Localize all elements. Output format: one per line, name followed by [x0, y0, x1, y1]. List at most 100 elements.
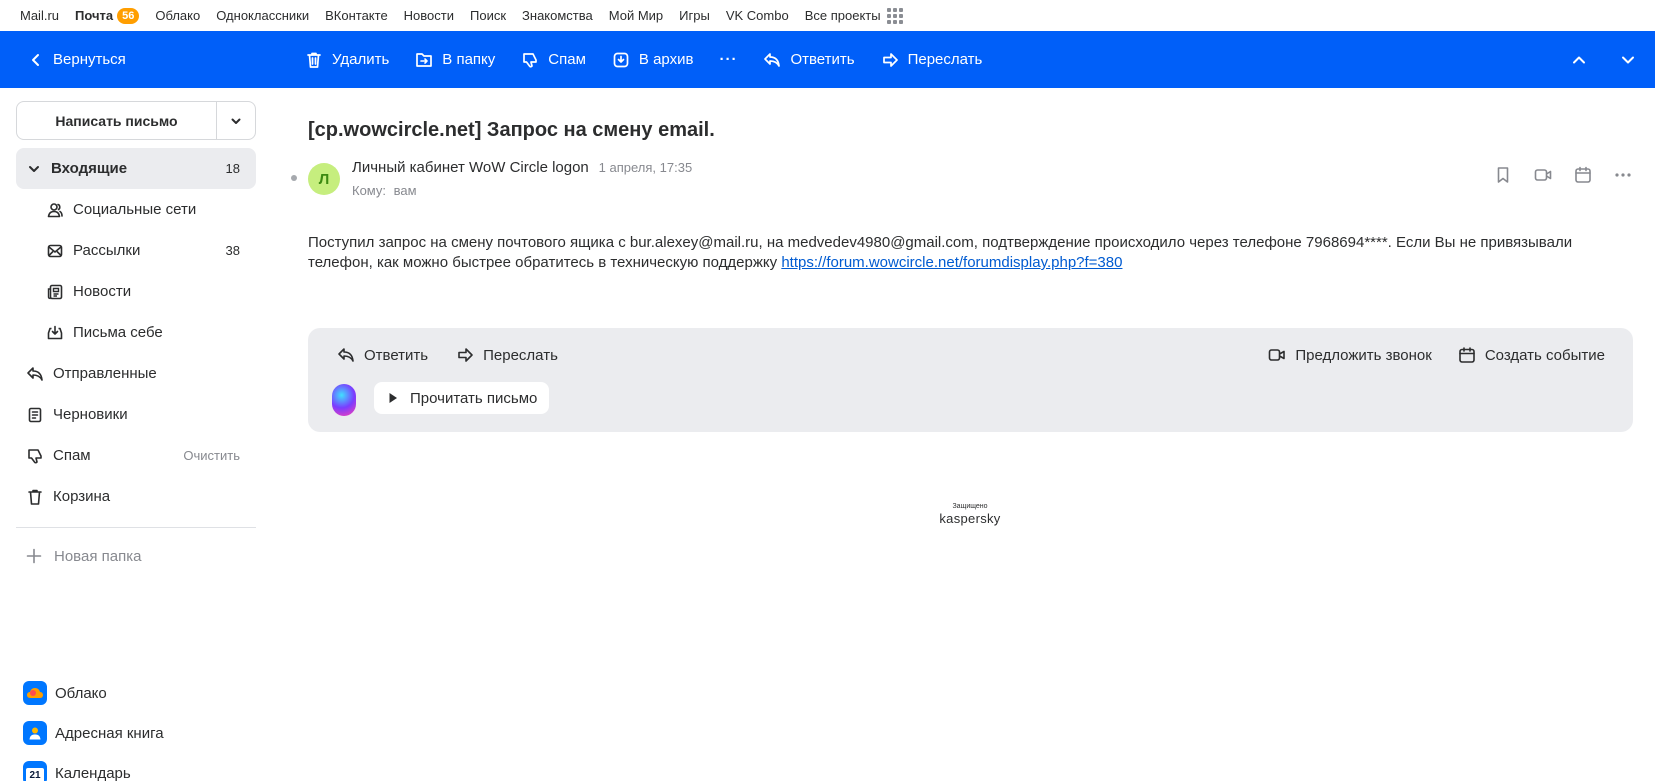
folder-to-self[interactable]: Письма себе — [16, 312, 256, 353]
app-address-book[interactable]: Адресная книга — [23, 713, 253, 753]
folder-sent[interactable]: Отправленные — [16, 353, 256, 394]
portal-link-vkcombo[interactable]: VK Combo — [726, 8, 789, 23]
portal-link-ok[interactable]: Одноклассники — [216, 8, 309, 23]
read-aloud-button[interactable]: Прочитать письмо — [374, 382, 550, 414]
message-subject: [cp.wowcircle.net] Запрос на смену email… — [308, 119, 715, 141]
chevron-down-icon[interactable] — [26, 161, 42, 177]
folder-move-icon — [416, 52, 433, 67]
next-message-button[interactable] — [1618, 31, 1647, 88]
app-calendar[interactable]: 21 Календарь — [23, 753, 253, 781]
portal-link-mail-label: Почта — [75, 8, 114, 23]
message-body: Поступил запрос на смену почтового ящика… — [308, 233, 1578, 273]
people-icon — [47, 202, 63, 217]
newspaper-icon — [47, 284, 63, 299]
video-call-icon[interactable] — [1533, 165, 1553, 185]
more-icon[interactable] — [1613, 165, 1633, 185]
propose-call-button[interactable]: Предложить звонок — [1268, 346, 1432, 364]
thumb-down-icon — [523, 52, 538, 68]
portal-link-news[interactable]: Новости — [404, 8, 454, 23]
more-actions-button[interactable]: ··· — [719, 31, 737, 88]
new-folder-button[interactable]: Новая папка — [16, 538, 256, 574]
folder-inbox[interactable]: Входящие 18 — [16, 148, 256, 189]
folder-inbox-count: 18 — [225, 161, 240, 176]
portal-link-dating[interactable]: Знакомства — [522, 8, 593, 23]
portal-link-vk[interactable]: ВКонтакте — [325, 8, 388, 23]
portal-link-cloud[interactable]: Облако — [155, 8, 200, 23]
trash-icon — [307, 52, 321, 68]
clear-spam-button[interactable]: Очистить — [183, 448, 240, 463]
sidebar-divider — [16, 527, 256, 528]
portal-link-mailru[interactable]: Mail.ru — [20, 8, 59, 23]
portal-link-games[interactable]: Игры — [679, 8, 710, 23]
compose-button[interactable]: Написать письмо — [17, 102, 216, 139]
calendar-icon — [1459, 347, 1475, 363]
folder-trash-label: Корзина — [53, 488, 111, 505]
inbox-download-icon — [47, 325, 63, 339]
compose-split-button: Написать письмо — [16, 101, 256, 140]
archive-icon — [613, 52, 629, 67]
portal-link-search[interactable]: Поиск — [470, 8, 506, 23]
previous-message-button[interactable] — [1569, 31, 1598, 88]
folder-newsletters[interactable]: Рассылки 38 — [16, 230, 256, 271]
forward-icon — [458, 348, 473, 362]
compose-dropdown-button[interactable] — [216, 102, 255, 139]
app-cloud[interactable]: Облако — [23, 673, 253, 713]
folder-spam-label: Спам — [53, 447, 91, 464]
trash-icon — [28, 489, 42, 505]
panel-reply-label: Ответить — [364, 346, 429, 364]
bookmark-icon[interactable] — [1493, 165, 1513, 185]
more-icon: ··· — [719, 51, 738, 68]
message-date: 1 апреля, 17:35 — [598, 160, 693, 175]
chevron-down-icon — [1622, 56, 1634, 63]
apps-grid-icon — [886, 7, 903, 24]
calendar-icon[interactable] — [1573, 165, 1593, 185]
archive-button[interactable]: В архив — [612, 31, 694, 88]
thumb-down-icon — [28, 448, 42, 464]
archive-label: В архив — [638, 51, 694, 68]
envelope-icon — [47, 244, 63, 257]
unread-dot[interactable] — [291, 175, 297, 181]
message-nav — [1569, 31, 1647, 88]
folder-drafts[interactable]: Черновики — [16, 394, 256, 435]
recipient-line: Кому: вам — [352, 183, 692, 198]
kaspersky-badge[interactable]: Защищено kaspersky — [903, 503, 1037, 526]
folder-news[interactable]: Новости — [16, 271, 256, 312]
to-value[interactable]: вам — [394, 183, 417, 198]
read-aloud-label: Прочитать письмо — [410, 389, 538, 407]
support-link[interactable]: https://forum.wowcircle.net/forumdisplay… — [781, 254, 1122, 271]
folder-trash[interactable]: Корзина — [16, 476, 256, 517]
sender-name[interactable]: Личный кабинет WoW Circle logon — [352, 159, 589, 176]
chevron-up-icon — [1573, 56, 1585, 63]
delete-button[interactable]: Удалить — [305, 31, 389, 88]
message-header: Л Личный кабинет WoW Circle logon 1 апре… — [291, 159, 1633, 203]
folder-news-label: Новости — [73, 283, 132, 300]
create-event-button[interactable]: Создать событие — [1458, 346, 1605, 364]
portal-link-all-projects[interactable]: Все проекты — [804, 7, 903, 24]
spam-button[interactable]: Спам — [521, 31, 586, 88]
folder-social[interactable]: Социальные сети — [16, 189, 256, 230]
propose-call-label: Предложить звонок — [1295, 346, 1432, 364]
spam-label: Спам — [548, 51, 586, 68]
avatar[interactable]: Л — [308, 163, 340, 195]
panel-left-actions: Ответить Переслать — [337, 346, 558, 364]
move-to-folder-button[interactable]: В папку — [415, 31, 495, 88]
portal-link-mail[interactable]: Почта 56 — [75, 7, 140, 24]
all-projects-label: Все проекты — [804, 8, 881, 23]
reply-button[interactable]: Ответить — [763, 31, 855, 88]
folder-drafts-label: Черновики — [53, 406, 128, 423]
panel-reply-button[interactable]: Ответить — [337, 346, 428, 364]
app-calendar-label: Календарь — [55, 764, 131, 781]
folder-newsletters-count: 38 — [225, 243, 240, 258]
back-button[interactable]: Вернуться — [28, 31, 126, 88]
sidebar: Написать письмо Входящие 18 Социальные с… — [16, 101, 256, 574]
voice-assistant-icon[interactable] — [332, 384, 356, 416]
folder-inbox-label: Входящие — [51, 160, 128, 177]
forward-button[interactable]: Переслать — [881, 31, 982, 88]
new-folder-label: Новая папка — [54, 547, 142, 565]
create-event-label: Создать событие — [1484, 346, 1605, 364]
plus-icon — [26, 548, 42, 564]
portal-link-myworld[interactable]: Мой Мир — [609, 8, 663, 23]
panel-forward-button[interactable]: Переслать — [456, 346, 558, 364]
toolbar-actions: Удалить В папку Спам В архив ··· Ответит… — [305, 31, 982, 88]
folder-spam[interactable]: Спам Очистить — [16, 435, 256, 476]
